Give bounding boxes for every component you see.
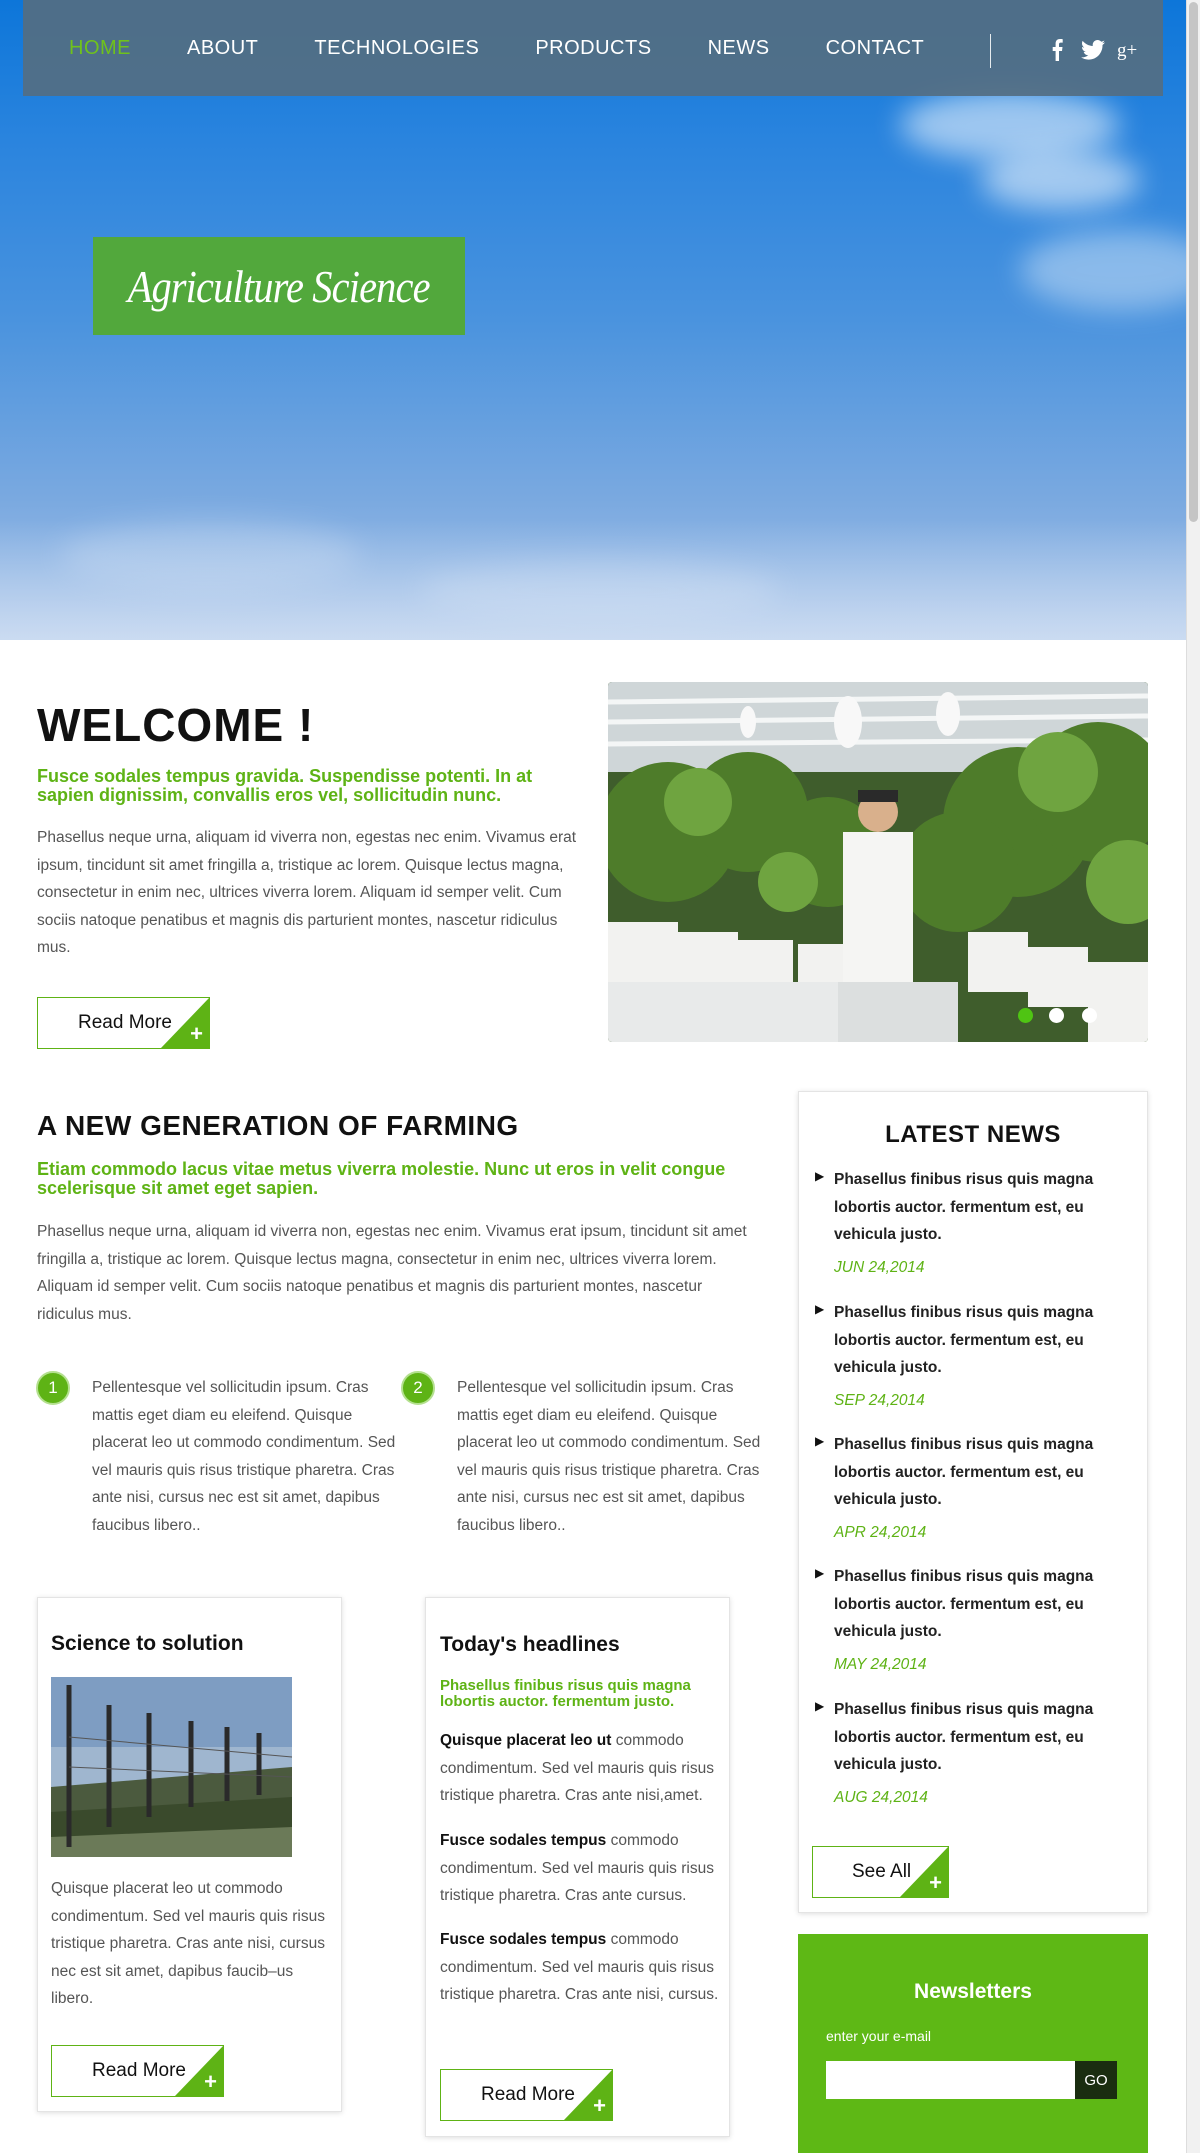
read-more-label: Read More: [481, 2084, 575, 2105]
point-number-2: 2: [401, 1371, 435, 1405]
headlines-lead: Phasellus finibus risus quis magna lobor…: [440, 1677, 691, 1710]
news-item-text[interactable]: Phasellus finibus risus quis magna lobor…: [834, 1563, 1124, 1646]
science-card-title: Science to solution: [51, 1632, 244, 1655]
slider-dot-1[interactable]: [1018, 1008, 1033, 1023]
headlines-read-more-button[interactable]: Read More +: [440, 2069, 613, 2121]
science-card-body: Quisque placerat leo ut commodo condimen…: [51, 1880, 325, 2008]
farming-lead: Etiam commodo lacus vitae metus viverra …: [37, 1159, 726, 1198]
newsletter-label: enter your e-mail: [826, 2028, 932, 2044]
news-item-text[interactable]: Phasellus finibus risus quis magna lobor…: [834, 1696, 1124, 1779]
hero-title: Agriculture Science: [127, 260, 431, 312]
arrow-right-icon: ▶: [815, 1302, 825, 1316]
headline-item-1: Quisque placerat leo ut commodo condimen…: [440, 1732, 714, 1805]
facebook-icon[interactable]: [1048, 38, 1066, 62]
headline-item-3: Fusce sodales tempus commodo condimentum…: [440, 1931, 719, 2004]
arrow-right-icon: ▶: [815, 1699, 825, 1713]
arrow-right-icon: ▶: [815, 1169, 825, 1183]
point-text-1: Pellentesque vel sollicitudin ipsum. Cra…: [92, 1379, 396, 1534]
news-item-text[interactable]: Phasellus finibus risus quis magna lobor…: [834, 1431, 1124, 1514]
welcome-heading: WELCOME !: [37, 699, 315, 751]
farming-body: Phasellus neque urna, aliquam id viverra…: [37, 1223, 747, 1323]
svg-text:g+: g+: [1117, 40, 1137, 61]
nav-home[interactable]: HOME: [69, 37, 131, 60]
news-item-date: JUN 24,2014: [834, 1259, 925, 1276]
plus-icon: +: [593, 2093, 606, 2118]
news-item-date: AUG 24,2014: [834, 1789, 928, 1806]
hero-title-badge: Agriculture Science: [93, 237, 465, 335]
welcome-body: Phasellus neque urna, aliquam id viverra…: [37, 829, 577, 957]
see-all-button[interactable]: See All +: [812, 1846, 949, 1898]
slider-dot-2[interactable]: [1049, 1008, 1064, 1023]
nav-products[interactable]: PRODUCTS: [535, 37, 651, 60]
vineyard-photo: [51, 1677, 292, 1857]
arrow-right-icon: ▶: [815, 1434, 825, 1448]
nav-technologies[interactable]: TECHNOLOGIES: [314, 37, 479, 60]
nav-news[interactable]: NEWS: [708, 37, 770, 60]
newsletter-title: Newsletters: [914, 1980, 1032, 2003]
plus-icon: +: [929, 1870, 942, 1895]
read-more-label: Read More: [78, 1012, 172, 1033]
scroll-thumb[interactable]: [1189, 2, 1198, 522]
farming-heading: A NEW GENERATION OF FARMING: [37, 1110, 519, 1141]
science-read-more-button[interactable]: Read More +: [51, 2045, 224, 2097]
welcome-read-more-button[interactable]: Read More +: [37, 997, 210, 1049]
page-scrollbar[interactable]: [1186, 0, 1200, 2153]
headline-item-2: Fusce sodales tempus commodo condimentum…: [440, 1832, 714, 1905]
welcome-lead: Fusce sodales tempus gravida. Suspendiss…: [37, 766, 533, 805]
nav-about[interactable]: ABOUT: [187, 37, 258, 60]
slider-dot-3[interactable]: [1082, 1008, 1097, 1023]
main-navbar: HOME ABOUT TECHNOLOGIES PRODUCTS NEWS CO…: [23, 0, 1163, 96]
point-text-2: Pellentesque vel sollicitudin ipsum. Cra…: [457, 1379, 761, 1534]
news-item-date: MAY 24,2014: [834, 1656, 927, 1673]
headlines-card-title: Today's headlines: [440, 1633, 620, 1656]
plus-icon: +: [204, 2069, 217, 2094]
nav-contact[interactable]: CONTACT: [826, 37, 925, 60]
news-item-date: SEP 24,2014: [834, 1392, 925, 1409]
nav-divider: [990, 34, 991, 68]
newsletter-go-button[interactable]: GO: [1075, 2061, 1117, 2099]
twitter-icon[interactable]: [1080, 38, 1106, 62]
greenhouse-photo: [608, 682, 1148, 1042]
google-plus-icon[interactable]: g+: [1116, 38, 1140, 62]
newsletter-email-input[interactable]: [826, 2061, 1075, 2099]
news-item-date: APR 24,2014: [834, 1524, 927, 1541]
read-more-label: Read More: [92, 2060, 186, 2081]
arrow-right-icon: ▶: [815, 1566, 825, 1580]
news-item-text[interactable]: Phasellus finibus risus quis magna lobor…: [834, 1299, 1124, 1382]
news-item-text[interactable]: Phasellus finibus risus quis magna lobor…: [834, 1166, 1124, 1249]
point-number-1: 1: [36, 1371, 70, 1405]
plus-icon: +: [190, 1021, 203, 1046]
latest-news-title: LATEST NEWS: [885, 1121, 1061, 1148]
